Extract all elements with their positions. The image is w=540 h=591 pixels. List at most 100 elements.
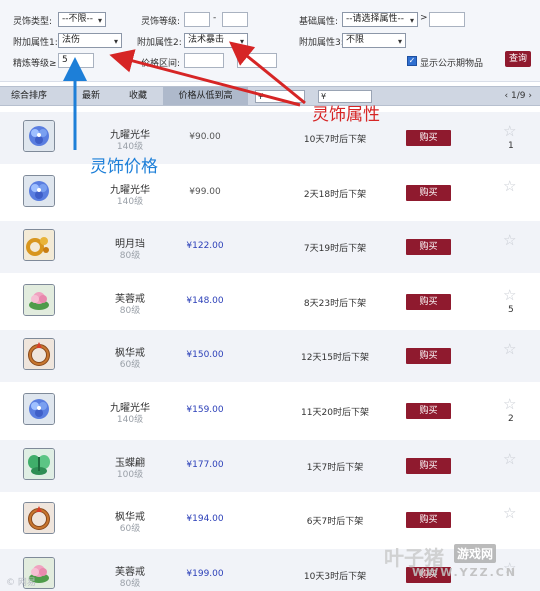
chevron-down-icon: ▾ [113, 37, 118, 46]
level-label: 灵饰等级: [141, 17, 181, 27]
sort-tab-newest[interactable]: 最新 [70, 87, 112, 105]
item-time-left: 8天23时后下架 [303, 298, 367, 309]
maple-ring-icon[interactable] [23, 502, 55, 535]
crystal-flower-icon[interactable] [23, 174, 55, 207]
crystal-flower-icon[interactable] [23, 393, 55, 425]
buy-button[interactable]: 购买 [406, 184, 451, 201]
star-icon[interactable]: ☆ [503, 340, 516, 358]
buy-button[interactable]: 购买 [406, 239, 451, 256]
item-price: ¥177.00 [186, 459, 224, 470]
sort-bar: 综合排序 最新 收藏 价格从低到高 ¥ ¥ ‹ 1/9 › [0, 86, 540, 106]
item-price: ¥150.00 [186, 350, 224, 361]
type-select[interactable]: --不限-- ▾ [58, 12, 106, 27]
level-dash: - [213, 13, 217, 23]
buy-button[interactable]: 购买 [406, 293, 451, 310]
item-time-left: 1天7时后下架 [306, 462, 364, 473]
sort-tab-price-asc[interactable]: 价格从低到高 [163, 87, 248, 105]
sort-tab-default[interactable]: 综合排序 [0, 87, 58, 105]
gold-earring-icon[interactable] [23, 229, 55, 262]
buy-button[interactable]: 购买 [406, 457, 451, 474]
star-icon[interactable]: ☆ [503, 286, 516, 304]
type-label: 灵饰类型: [13, 17, 53, 27]
annotation-attributes: 灵饰属性 [312, 105, 380, 125]
attr1-label: 附加属性1: [13, 38, 58, 48]
attr3-label: 附加属性3: [299, 38, 344, 48]
item-price: ¥122.00 [186, 241, 224, 252]
price-label: 价格区间: [141, 59, 181, 69]
buy-button[interactable]: 购买 [406, 512, 451, 529]
base-attr-select[interactable]: --请选择属性-- ▾ [342, 12, 418, 27]
star-icon[interactable]: ☆ [503, 177, 516, 195]
table-row: 枫华戒 60级 ¥194.00 6天7时后下架 购买 ☆ [0, 494, 540, 546]
watermark: 叶子猪 游戏网 WWW.YZZ.CN [384, 542, 534, 586]
favorite-count: 2 [508, 414, 514, 424]
sort-price-from-input[interactable]: ¥ [255, 90, 305, 103]
buy-button[interactable]: 购买 [406, 403, 451, 419]
item-time-left: 10天7时后下架 [303, 135, 367, 145]
item-time-left: 10天3时后下架 [303, 571, 367, 582]
buy-button[interactable]: 购买 [406, 348, 451, 365]
refine-input[interactable]: 5 [58, 53, 94, 68]
attr3-select-value: 不限 [346, 35, 365, 45]
sort-tab-favorites[interactable]: 收藏 [117, 87, 159, 105]
attr2-select-value: 法术暴击 [188, 35, 225, 45]
jade-butterfly-icon[interactable] [23, 447, 55, 480]
level-max-input[interactable] [222, 12, 248, 27]
pager[interactable]: ‹ 1/9 › [505, 87, 532, 105]
table-row: 九曜光华 140级 ¥159.00 11天20时后下架 购买 ☆ 2 [0, 385, 540, 437]
star-icon[interactable]: ☆ [503, 450, 516, 468]
base-attr-input[interactable] [429, 12, 465, 27]
chevron-down-icon: ▾ [97, 16, 102, 25]
item-price: ¥159.00 [186, 405, 224, 415]
attr1-select-value: 法伤 [62, 35, 81, 45]
table-row: 九曜光华 140级 ¥99.00 2天18时后下架 购买 ☆ [0, 167, 540, 219]
level-min-input[interactable] [184, 12, 210, 27]
item-price: ¥148.00 [186, 295, 224, 306]
table-row: 芙蓉戒 80级 ¥148.00 8天23时后下架 购买 ☆ 5 [0, 276, 540, 328]
watermark-sub: 游戏网 [454, 544, 497, 563]
type-select-value: --不限-- [62, 14, 93, 24]
chevron-right-icon[interactable]: › [528, 91, 532, 101]
crystal-flower-icon[interactable] [23, 120, 55, 152]
item-time-left: 12天15时后下架 [301, 353, 369, 364]
attr3-select[interactable]: 不限 ▾ [342, 33, 406, 48]
item-time-left: 11天20时后下架 [301, 408, 369, 418]
base-attr-label: 基础属性: [299, 17, 339, 27]
maple-ring-icon[interactable] [23, 338, 55, 371]
table-row: 枫华戒 60级 ¥150.00 12天15时后下架 购买 ☆ [0, 330, 540, 383]
attr2-select[interactable]: 法术暴击 ▾ [184, 33, 248, 48]
lotus-ring-icon[interactable] [23, 283, 55, 316]
chevron-down-icon: ▾ [409, 16, 414, 25]
base-attr-gt: > [420, 13, 428, 23]
item-time-left: 7天19时后下架 [303, 244, 367, 255]
star-icon[interactable]: ☆ [503, 231, 516, 249]
buy-button[interactable]: 购买 [406, 130, 451, 146]
item-time-left: 6天7时后下架 [306, 517, 364, 528]
star-icon[interactable]: ☆ [503, 504, 516, 522]
favorite-count: 5 [508, 304, 514, 315]
chevron-left-icon[interactable]: ‹ [505, 91, 509, 101]
credit: © 网易 [6, 578, 36, 588]
price-max-input[interactable] [237, 53, 277, 68]
table-row: 明月珰 80级 ¥122.00 7天19时后下架 购买 ☆ [0, 221, 540, 274]
table-row: 玉蝶翩 100级 ¥177.00 1天7时后下架 购买 ☆ [0, 439, 540, 492]
table-row: 九曜光华 140级 ¥90.00 10天7时后下架 购买 ☆ 1 [0, 112, 540, 164]
attr1-select[interactable]: 法伤 ▾ [58, 33, 122, 48]
star-icon[interactable]: ☆ [503, 395, 516, 413]
show-public-label: 显示公示期物品 [420, 59, 484, 69]
attr2-label: 附加属性2: [137, 38, 182, 48]
price-min-input[interactable] [184, 53, 224, 68]
item-time-left: 2天18时后下架 [303, 189, 367, 200]
search-button[interactable]: 查询 [505, 51, 531, 67]
annotation-price: 灵饰价格 [90, 157, 158, 177]
star-icon[interactable]: ☆ [503, 122, 516, 140]
show-public-checkbox[interactable]: ✓ [407, 56, 417, 66]
favorite-count: 1 [508, 141, 514, 151]
item-price: ¥194.00 [186, 514, 224, 525]
chevron-down-icon: ▾ [239, 37, 244, 46]
item-price: ¥99.00 [189, 186, 221, 197]
watermark-url: WWW.YZZ.CN [412, 566, 518, 579]
filter-panel: 灵饰类型: --不限-- ▾ 灵饰等级: - 基础属性: --请选择属性-- ▾ >… [0, 0, 540, 82]
base-attr-select-value: --请选择属性-- [346, 14, 404, 24]
item-price: ¥90.00 [189, 132, 221, 142]
